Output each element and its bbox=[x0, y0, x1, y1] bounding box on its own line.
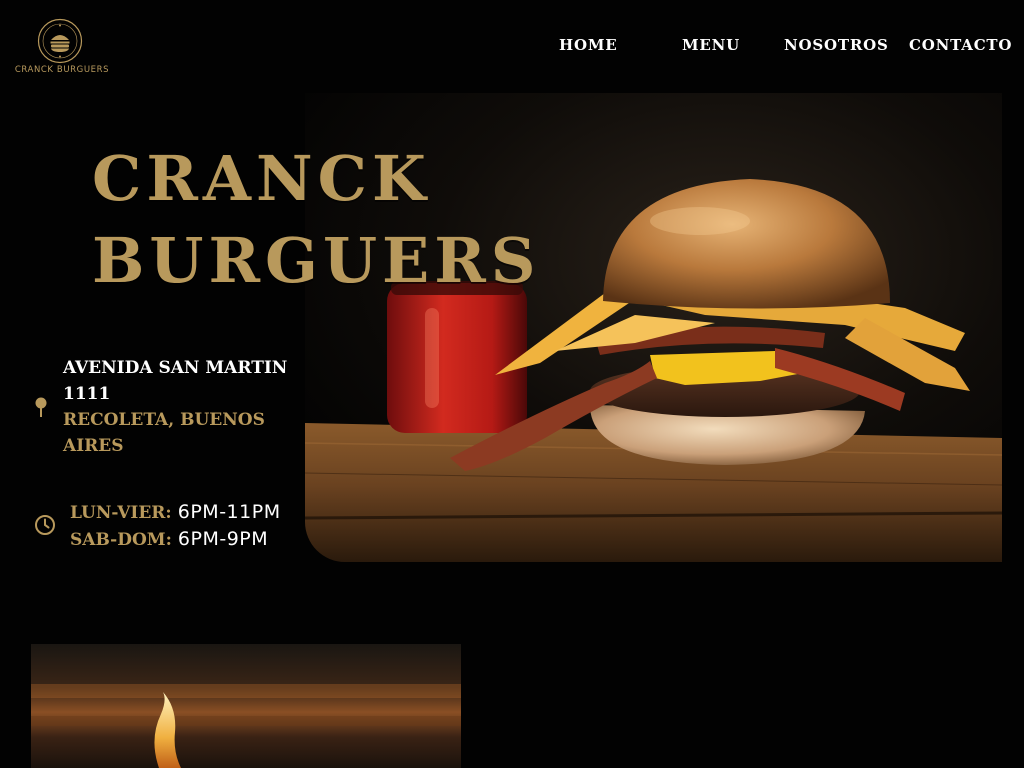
nav-contacto[interactable]: CONTACTO bbox=[909, 36, 1012, 54]
hours-weekday-label: LUN-VIER: bbox=[70, 503, 172, 523]
nav-home[interactable]: HOME bbox=[559, 36, 617, 54]
hours-weekend: SAB-DOM: 6PM-9PM bbox=[70, 526, 310, 553]
grill-fire-photo bbox=[31, 644, 461, 768]
hours-weekday: LUN-VIER: 6PM-11PM bbox=[70, 499, 310, 526]
hero-title-line2: BURGUERS bbox=[92, 224, 541, 297]
opening-hours: LUN-VIER: 6PM-11PM SAB-DOM: 6PM-9PM bbox=[70, 499, 310, 553]
main-nav: HOME MENU NOSOTROS CONTACTO bbox=[0, 36, 1024, 60]
hours-weekday-value: 6PM-11PM bbox=[177, 501, 281, 523]
location-pin-icon bbox=[35, 397, 47, 417]
address-block: AVENIDA SAN MARTIN 1111 RECOLETA, BUENOS… bbox=[63, 355, 293, 459]
hours-weekend-value: 6PM-9PM bbox=[177, 528, 269, 550]
brand-name: CRANCK BURGUERS bbox=[14, 65, 110, 75]
address-city: RECOLETA, BUENOS AIRES bbox=[63, 410, 265, 456]
nav-menu[interactable]: MENU bbox=[682, 36, 740, 54]
hours-weekend-label: SAB-DOM: bbox=[70, 530, 172, 550]
page: CRANCK BURGUERS HOME MENU NOSOTROS CONTA… bbox=[0, 0, 1024, 768]
hero-title-line1: CRANCK bbox=[92, 142, 431, 215]
hero-title: CRANCK BURGUERS bbox=[92, 138, 541, 302]
address-street: AVENIDA SAN MARTIN 1111 bbox=[63, 358, 288, 404]
nav-nosotros[interactable]: NOSOTROS bbox=[784, 36, 889, 54]
clock-icon bbox=[35, 515, 55, 535]
